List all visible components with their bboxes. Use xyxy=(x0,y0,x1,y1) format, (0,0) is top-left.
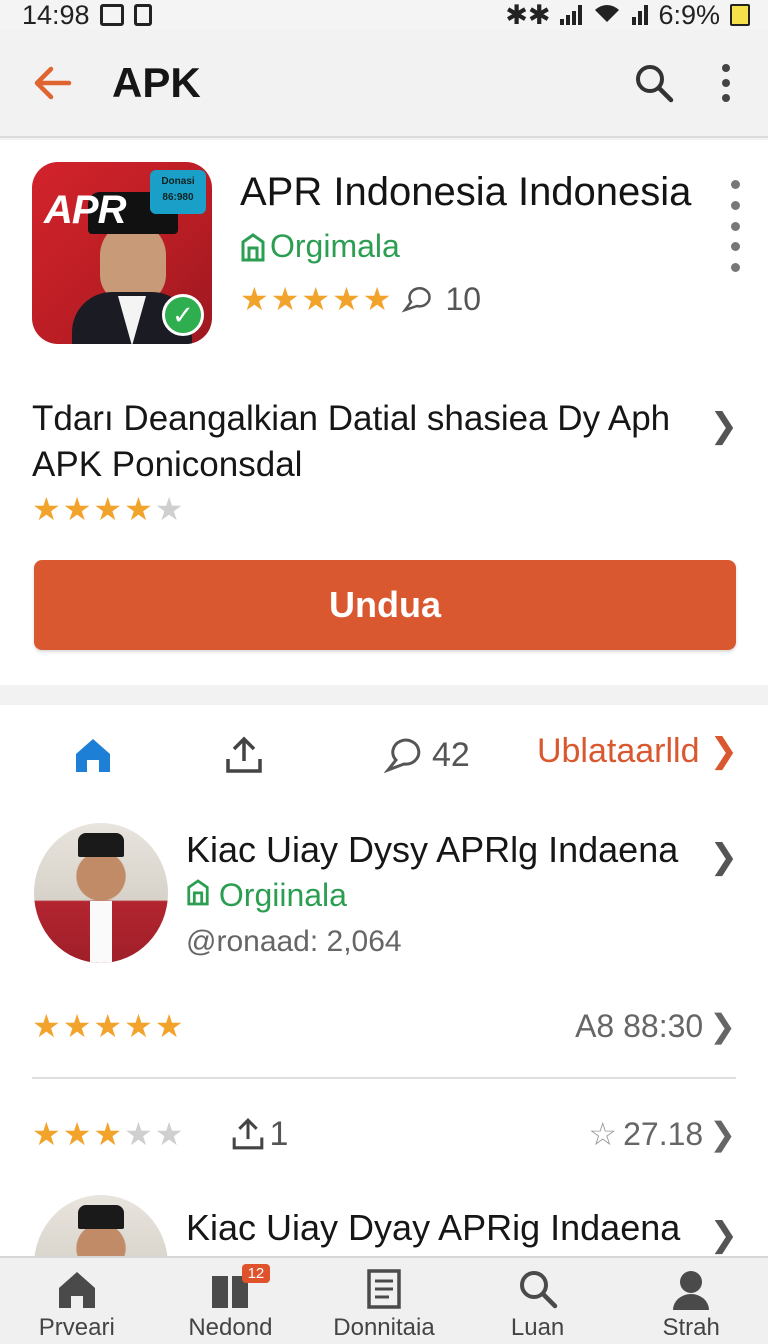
star-filled-icon: ★ xyxy=(270,281,300,317)
app-description[interactable]: Tdarı Deangalkian Datial shasiea Dy Aph … xyxy=(32,396,712,488)
star-filled-icon: ★ xyxy=(32,1008,61,1044)
phone-notification-icon xyxy=(133,4,152,26)
star-filled-icon: ★ xyxy=(240,281,269,317)
star-filled-icon: ★ xyxy=(93,1116,123,1152)
reviewer-name: Kiac Uiay Dyay APRig Indaena xyxy=(186,1207,681,1248)
app-icon-text: APR xyxy=(44,188,126,232)
chevron-right-icon[interactable]: ❯ xyxy=(710,837,739,877)
star-filled-icon: ★ xyxy=(62,1008,92,1044)
review-rating-row: ★ ★ ★ ★ ★ 1 ☆ 27.18 ❯ xyxy=(32,1109,736,1159)
action-row: 42 Ublataarlld ❯ xyxy=(0,725,768,785)
app-icon[interactable]: APR Donasi 86:980 ✓ xyxy=(32,162,212,344)
battery-icon xyxy=(730,4,750,26)
comments-action-button[interactable]: 42 xyxy=(384,725,470,785)
share-count-button[interactable]: 1 xyxy=(229,1114,288,1154)
star-filled-icon: ★ xyxy=(62,1116,92,1152)
status-time: 14:98 xyxy=(22,0,90,30)
nav-item-profile[interactable]: Strah xyxy=(614,1258,768,1344)
app-icon-badge: Donasi 86:980 xyxy=(150,170,206,214)
bottom-navigation: Prveari 12 Nedond Donnitaia Luan Strah xyxy=(0,1256,768,1344)
chevron-right-icon: ❯ xyxy=(709,1116,736,1152)
cell-signal-icon xyxy=(632,5,649,25)
star-filled-icon: ★ xyxy=(332,281,361,317)
nav-item-search[interactable]: Luan xyxy=(461,1258,615,1344)
star-filled-icon: ★ xyxy=(362,281,392,317)
app-header-card: APR Donasi 86:980 ✓ APR Indonesia Indone… xyxy=(0,140,768,685)
reviewer-name: Kiac Uiay Dysy APRlg Indaena xyxy=(186,829,679,870)
back-button[interactable] xyxy=(22,53,82,113)
star-filled-icon: ★ xyxy=(93,1008,123,1044)
verified-label: Orgimala xyxy=(240,228,400,265)
check-icon: ✓ xyxy=(162,294,204,336)
star-filled-icon: ★ xyxy=(154,1008,184,1044)
comment-icon xyxy=(402,287,432,313)
star-empty-icon: ★ xyxy=(154,1116,184,1152)
avatar xyxy=(34,823,168,963)
reviewer-meta: @ronaad: 2,064 xyxy=(186,925,402,958)
arrow-back-icon xyxy=(34,66,72,100)
rating-count: 10 xyxy=(445,280,482,317)
review-rating-row: ★ ★ ★ ★ ★ A8 88:30 ❯ xyxy=(32,1001,736,1051)
document-icon xyxy=(367,1269,401,1309)
review-value[interactable]: A8 88:30 ❯ xyxy=(575,1007,736,1045)
search-button[interactable] xyxy=(624,53,684,113)
download-button[interactable]: Undua xyxy=(34,560,736,650)
bluetooth-icon: ✱✱ xyxy=(505,0,551,30)
star-filled-icon: ★ xyxy=(32,1116,61,1152)
description-rating-stars: ★ ★ ★ ★ ★ xyxy=(32,490,183,528)
star-filled-icon: ★ xyxy=(301,281,331,317)
comment-count: 42 xyxy=(432,735,470,774)
chevron-right-icon[interactable]: ❯ xyxy=(710,406,739,446)
page-title: APK xyxy=(112,59,201,106)
notification-badge: 12 xyxy=(241,1264,271,1283)
nav-item-documents[interactable]: Donnitaia xyxy=(307,1258,461,1344)
reviews-card: 42 Ublataarlld ❯ Kiac Uiay Dysy APRlg In… xyxy=(0,705,768,1265)
app-more-button[interactable] xyxy=(728,180,742,272)
home-icon xyxy=(76,739,110,772)
search-icon xyxy=(636,65,674,103)
share-icon xyxy=(233,1118,264,1150)
review-rating-stars: ★ ★ ★ ★ ★ xyxy=(32,1007,183,1045)
status-bar: 14:98 ✱✱ 6:9% xyxy=(0,0,768,30)
signal-icon xyxy=(560,5,583,25)
chevron-right-icon: ❯ xyxy=(709,1008,736,1044)
star-filled-icon: ★ xyxy=(124,491,153,527)
wifi-icon xyxy=(592,0,622,31)
overflow-menu-button[interactable] xyxy=(696,53,756,113)
image-notification-icon xyxy=(99,4,124,26)
see-all-link[interactable]: Ublataarlld ❯ xyxy=(537,731,738,771)
divider xyxy=(32,1077,736,1079)
nav-item-home[interactable]: Prveari xyxy=(0,1258,154,1344)
home-icon xyxy=(58,1272,95,1308)
star-filled-icon: ★ xyxy=(32,491,61,527)
star-empty-icon: ★ xyxy=(124,1116,153,1152)
comment-icon xyxy=(384,738,421,774)
star-filled-icon: ★ xyxy=(62,491,92,527)
profile-icon xyxy=(673,1271,710,1310)
app-bar: APK xyxy=(0,30,768,138)
app-name: APR Indonesia Indonesia xyxy=(240,170,692,214)
avatar xyxy=(34,1195,168,1265)
chevron-right-icon[interactable]: ❯ xyxy=(710,1215,739,1255)
star-filled-icon: ★ xyxy=(93,491,123,527)
app-rating-row: ★ ★ ★ ★ ★ 10 xyxy=(240,280,481,318)
verified-icon xyxy=(187,879,209,906)
star-outline-icon: ☆ xyxy=(588,1116,618,1152)
review-rating-stars: ★ ★ ★ ★ ★ xyxy=(32,1115,183,1153)
star-filled-icon: ★ xyxy=(124,1008,153,1044)
more-vert-icon xyxy=(722,64,730,102)
app-rating-stars: ★ ★ ★ ★ ★ xyxy=(240,280,391,318)
share-icon xyxy=(226,736,262,773)
nav-item-apps[interactable]: 12 Nedond xyxy=(154,1258,308,1344)
share-action-button[interactable] xyxy=(222,725,266,785)
star-empty-icon: ★ xyxy=(154,491,184,527)
chevron-right-icon: ❯ xyxy=(709,732,739,770)
review-value[interactable]: ☆ 27.18 ❯ xyxy=(588,1115,736,1153)
verified-icon xyxy=(241,232,265,261)
reviewer-verified-label: Orgiinala xyxy=(186,877,347,914)
search-icon xyxy=(519,1271,557,1309)
home-action-button[interactable] xyxy=(72,725,114,785)
battery-text: 6:9% xyxy=(658,0,720,30)
